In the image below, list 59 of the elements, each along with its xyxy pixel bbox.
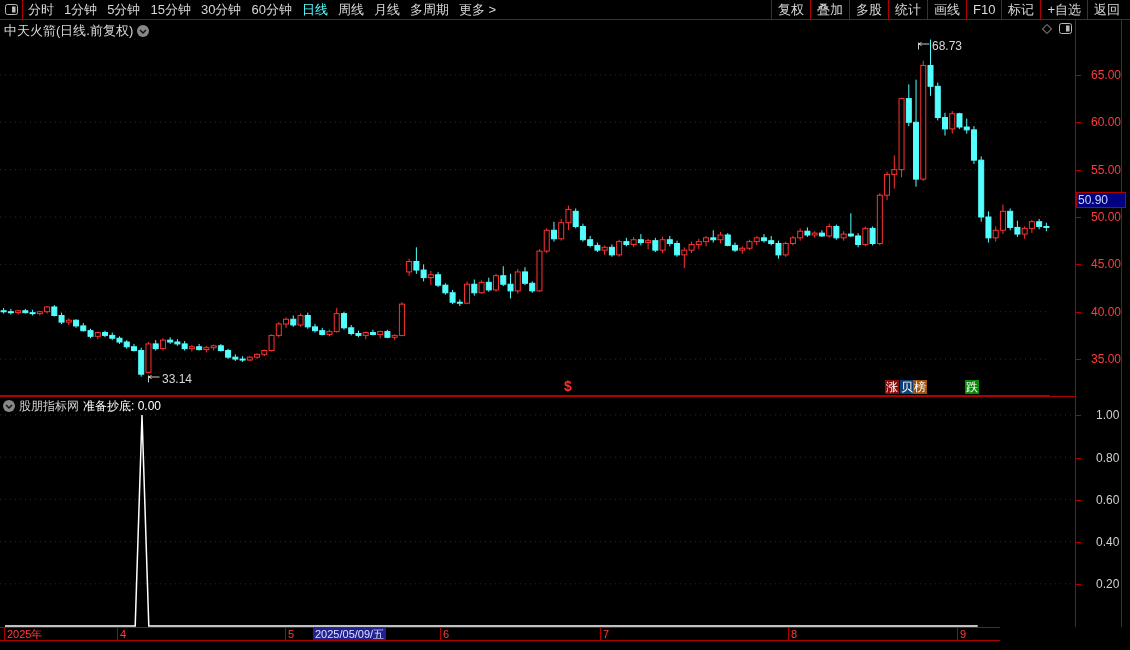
period-tab[interactable]: 分时 — [28, 0, 54, 20]
pointer-arrow-icon — [148, 375, 160, 383]
axis-label: 0.60 — [1096, 492, 1120, 507]
diamond-icon[interactable] — [1042, 24, 1052, 34]
date-axis-label: 2025年 — [4, 628, 43, 640]
toolbar-button[interactable]: +自选 — [1040, 0, 1087, 19]
toolbar-button[interactable]: 标记 — [1001, 0, 1041, 19]
signal-badge: 贝 — [900, 380, 914, 394]
toolbar-button[interactable]: 返回 — [1087, 0, 1126, 19]
toolbar-button[interactable]: F10 — [966, 0, 1002, 19]
panel-toggle-icon[interactable] — [1059, 23, 1072, 34]
panel-toggle-icon[interactable] — [4, 4, 18, 15]
period-tab[interactable]: 60分钟 — [251, 0, 292, 20]
indicator-reading: : 0.00 — [131, 398, 162, 415]
period-tab[interactable]: 多周期 — [409, 0, 449, 20]
indicator-source: 股朋指标网 — [19, 398, 79, 415]
date-axis-label: 5 — [285, 628, 295, 640]
signal-badge: 涨 — [885, 380, 899, 394]
period-tab[interactable]: 周线 — [337, 0, 364, 20]
period-tab[interactable]: 月线 — [373, 0, 400, 20]
axis-label: 65.00 — [1091, 67, 1122, 82]
period-tab[interactable]: 5分钟 — [107, 0, 141, 20]
signal-badge: 榜 — [913, 380, 927, 394]
chart-title: 中天火箭(日线.前复权) — [4, 22, 134, 40]
high-price-label: 68.73 — [932, 38, 963, 55]
period-tab[interactable]: 1分钟 — [64, 0, 98, 20]
axis-label: 0.80 — [1096, 450, 1120, 465]
axis-label: 50.00 — [1091, 210, 1122, 224]
pointer-arrow-icon — [918, 42, 930, 50]
current-price-tag: 50.90 — [1076, 192, 1126, 208]
dropdown-icon[interactable] — [137, 24, 150, 37]
period-tab[interactable]: 30分钟 — [200, 0, 242, 20]
toolbar-button[interactable]: 复权 — [771, 0, 810, 19]
date-axis-label: 7 — [600, 628, 610, 640]
period-tab[interactable]: 更多 > — [458, 0, 497, 20]
date-axis-label: 2025/05/09/五 — [313, 628, 387, 640]
axis-label: 55.00 — [1091, 162, 1122, 177]
dropdown-icon[interactable] — [3, 400, 15, 412]
toolbar-button[interactable]: 多股 — [849, 0, 888, 19]
date-axis-label: 4 — [117, 628, 127, 640]
toolbar-button[interactable]: 叠加 — [810, 0, 849, 19]
signal-badge: 跌 — [965, 380, 979, 394]
signal-mark: $ — [564, 378, 572, 394]
date-axis-label: 8 — [788, 628, 798, 640]
axis-label: 60.00 — [1091, 115, 1122, 130]
date-axis-label: 9 — [957, 628, 967, 640]
period-tab[interactable]: 日线 — [301, 0, 328, 20]
axis-label: 45.00 — [1091, 257, 1122, 272]
period-tab[interactable]: 15分钟 — [150, 0, 191, 20]
axis-label: 0.40 — [1096, 535, 1120, 550]
low-price-label: 33.14 — [162, 371, 193, 388]
series-name: 准备抄底 — [83, 398, 131, 415]
toolbar-button[interactable]: 画线 — [927, 0, 966, 19]
axis-label: 0.20 — [1096, 577, 1120, 592]
toolbar-button[interactable]: 统计 — [888, 0, 927, 19]
axis-label: 1.00 — [1096, 408, 1120, 423]
date-axis-label: 6 — [440, 628, 450, 640]
axis-label: 40.00 — [1091, 304, 1122, 319]
axis-label: 35.00 — [1091, 352, 1122, 367]
